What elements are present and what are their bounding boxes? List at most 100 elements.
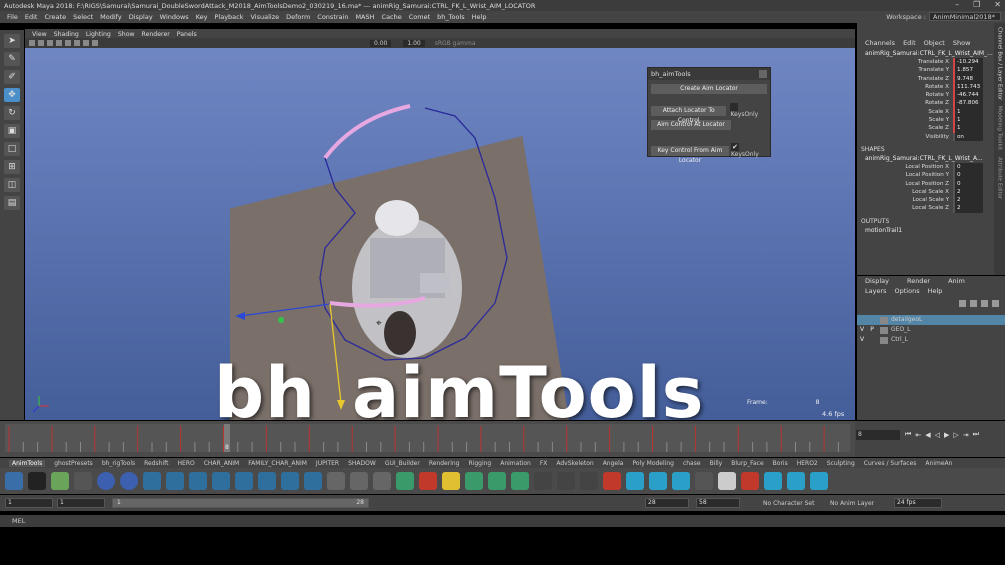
shelf-tab-ghostpresets[interactable]: ghostPresets <box>54 460 93 467</box>
cb-tab-show[interactable]: Show <box>953 39 971 47</box>
menu-select[interactable]: Select <box>73 13 93 21</box>
shelf-tool-icon[interactable] <box>603 472 621 490</box>
shelf-tool-icon[interactable] <box>28 472 46 490</box>
shape-attr-row[interactable]: Local Position X0 <box>857 162 994 172</box>
menu-key[interactable]: Key <box>196 13 208 21</box>
fps-dropdown[interactable]: 24 fps <box>894 498 942 508</box>
menu-file[interactable]: File <box>7 13 18 21</box>
shelf-tool-icon[interactable] <box>212 472 230 490</box>
maximize-button[interactable]: ❐ <box>973 0 980 9</box>
attr-row[interactable]: Translate Y 1.857 <box>857 66 994 75</box>
shelf-tool-icon[interactable] <box>626 472 644 490</box>
character-set-label[interactable]: No Character Set <box>763 500 814 507</box>
menu-constrain[interactable]: Constrain <box>317 13 348 21</box>
lasso-tool-icon[interactable]: ✎ <box>4 52 20 66</box>
shelf-tab-poly-modeling[interactable]: Poly Modeling <box>632 460 674 467</box>
shelf-tool-icon[interactable] <box>649 472 667 490</box>
step-forward-frame-icon[interactable]: ▷ <box>953 431 958 439</box>
shelf-tool-icon[interactable] <box>718 472 736 490</box>
attr-row[interactable]: Translate Z 9.748 <box>857 74 994 83</box>
keysonly-checkbox-1[interactable] <box>730 103 739 111</box>
shelf-tool-icon[interactable] <box>488 472 506 490</box>
cb-tab-channels[interactable]: Channels <box>865 39 895 47</box>
menu-modify[interactable]: Modify <box>100 13 122 21</box>
grid-icon[interactable] <box>38 40 44 46</box>
shelf-tool-icon[interactable] <box>120 472 138 490</box>
shelf-tool-icon[interactable] <box>281 472 299 490</box>
shape-attr-row[interactable]: Local Scale Y2 <box>857 196 994 205</box>
menu-cache[interactable]: Cache <box>382 13 402 21</box>
attr-row[interactable]: Rotate Y -46.744 <box>857 91 994 100</box>
lights-icon[interactable] <box>74 40 80 46</box>
anim-layer-label[interactable]: No Anim Layer <box>830 500 874 507</box>
shelf-tool-icon[interactable] <box>810 472 828 490</box>
shelf-tab-animation[interactable]: Animation <box>500 460 531 467</box>
new-layer-selected-icon[interactable] <box>992 299 999 307</box>
shelf-tab-hero[interactable]: HERO <box>178 460 195 467</box>
layout-outliner-icon[interactable]: ▤ <box>4 196 20 210</box>
shelf-tool-icon[interactable] <box>74 472 92 490</box>
attr-row[interactable]: Scale Y1 <box>857 116 994 125</box>
shelf-tool-icon[interactable] <box>51 472 69 490</box>
samurai-character[interactable] <box>352 200 462 358</box>
shelf-tool-icon[interactable] <box>373 472 391 490</box>
menu-bh-tools[interactable]: bh_Tools <box>437 13 465 21</box>
playback-start-field[interactable]: 1 <box>57 498 105 508</box>
tab-channel-box-layer-editor[interactable]: Channel Box / Layer Editor <box>997 27 1003 100</box>
go-to-end-icon[interactable]: ⏭ <box>973 430 979 439</box>
step-back-frame-icon[interactable]: ◀ <box>925 431 930 439</box>
smooth-shade-icon[interactable] <box>56 40 62 46</box>
menu-edit[interactable]: Edit <box>25 13 38 21</box>
workspace-dropdown[interactable]: AnimMinimal2018* <box>929 12 1001 21</box>
range-slider[interactable]: 1 28 <box>112 498 369 508</box>
cb-tab-edit[interactable]: Edit <box>903 39 916 47</box>
go-to-start-icon[interactable]: ⏮ <box>905 430 911 439</box>
shelf-tab-shadow[interactable]: SHADOW <box>348 460 376 467</box>
layer-tab-render[interactable]: Render <box>907 277 930 285</box>
shelf-tool-icon[interactable] <box>350 472 368 490</box>
layout-four-icon[interactable]: ⊞ <box>4 160 20 174</box>
shelf-tool-icon[interactable] <box>327 472 345 490</box>
shelf-tool-icon[interactable] <box>97 472 115 490</box>
menu-deform[interactable]: Deform <box>286 13 310 21</box>
shape-attr-row[interactable]: Local Position Z0 <box>857 179 994 188</box>
layer-menu-options[interactable]: Options <box>895 287 920 295</box>
shelf-tab-blurp-face[interactable]: Blurp_Face <box>731 460 763 467</box>
shelf-tool-icon[interactable] <box>304 472 322 490</box>
shelf-tab-rigging[interactable]: Rigging <box>468 460 491 467</box>
shelf-tool-icon[interactable] <box>741 472 759 490</box>
vp-menu-panels[interactable]: Panels <box>177 31 197 38</box>
shape-attr-row[interactable]: Local Scale Z2 <box>857 204 994 213</box>
colorspace-dropdown[interactable]: sRGB gamma <box>435 40 476 47</box>
tab-modeling-toolkit[interactable]: Modeling Toolkit <box>997 106 1003 150</box>
animation-start-field[interactable]: 1 <box>5 498 53 508</box>
texture-icon[interactable] <box>65 40 71 46</box>
cb-tab-object[interactable]: Object <box>924 39 945 47</box>
attach-locator-button[interactable]: Attach Locator To Control <box>651 105 727 124</box>
output-node[interactable]: motionTrail1 <box>857 226 994 235</box>
layer-menu-help[interactable]: Help <box>928 287 943 295</box>
mel-command-line[interactable]: MEL <box>0 515 1005 527</box>
vp-menu-lighting[interactable]: Lighting <box>86 31 111 38</box>
shelf-tab-curves-surfaces[interactable]: Curves / Surfaces <box>864 460 917 467</box>
attr-row[interactable]: Rotate Z -87.806 <box>857 99 994 108</box>
shelf-tab-advskeleton[interactable]: AdvSkeleton <box>556 460 593 467</box>
shelf-tab-angela[interactable]: Angela <box>603 460 624 467</box>
scale-tool-icon[interactable]: ▣ <box>4 124 20 138</box>
paint-select-icon[interactable]: ✐ <box>4 70 20 84</box>
exposure-field[interactable]: 0.00 <box>370 39 392 47</box>
shadows-icon[interactable] <box>83 40 89 46</box>
vp-menu-view[interactable]: View <box>32 31 47 38</box>
keysonly-checkbox-2[interactable]: ✔ <box>731 143 740 151</box>
menu-visualize[interactable]: Visualize <box>251 13 280 21</box>
vp-menu-renderer[interactable]: Renderer <box>142 31 170 38</box>
shape-attr-row[interactable]: Local Position Y0 <box>857 171 994 180</box>
attr-row[interactable]: Scale X1 <box>857 107 994 117</box>
create-aim-locator-button[interactable]: Create Aim Locator <box>651 84 767 94</box>
shelf-tab-bh-rigtools[interactable]: bh_rigTools <box>102 460 135 467</box>
shelf-tab-rendering[interactable]: Rendering <box>429 460 460 467</box>
layer-row[interactable]: V P GEO_L <box>857 325 1005 335</box>
shelf-tool-icon[interactable] <box>557 472 575 490</box>
tab-attribute-editor[interactable]: Attribute Editor <box>997 157 1003 199</box>
play-forward-icon[interactable]: ▶ <box>944 431 949 439</box>
